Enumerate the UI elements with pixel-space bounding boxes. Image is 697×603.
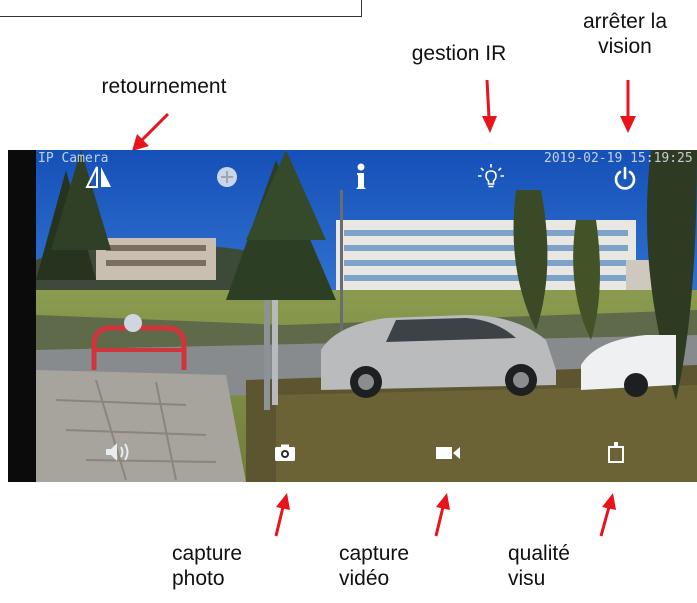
power-icon (614, 166, 636, 190)
label-qualite-line1: qualité (508, 542, 570, 565)
label-capture-video: capture vidéo (339, 541, 429, 591)
info-icon (356, 163, 366, 189)
label-gestion-ir: gestion IR (411, 42, 507, 65)
quality-button[interactable] (603, 438, 629, 466)
label-capture-video-line1: capture (339, 542, 410, 565)
ptz-button[interactable] (214, 164, 240, 190)
label-arreter-line2: vision (598, 35, 652, 58)
info-button[interactable] (348, 162, 374, 192)
label-capture-video-line2: vidéo (339, 567, 390, 590)
capture-video-button[interactable] (433, 440, 463, 466)
top-frame-box (0, 0, 362, 17)
ir-light-button[interactable] (476, 162, 506, 192)
camera-video-feed (36, 150, 697, 482)
ptz-plus-icon (217, 167, 237, 187)
power-button[interactable] (611, 164, 639, 192)
label-arreter-vision: arrêter la vision (555, 9, 695, 59)
camera-icon (275, 444, 295, 461)
quality-icon (608, 442, 624, 463)
label-capture-photo-line1: capture (172, 542, 243, 565)
label-capture-photo-line2: photo (172, 567, 225, 590)
video-camera-icon (436, 447, 460, 459)
audio-button[interactable] (102, 438, 136, 466)
flip-icon (85, 166, 111, 188)
label-qualite-visu: qualité visu (508, 541, 598, 591)
capture-photo-button[interactable] (271, 440, 299, 466)
ir-light-icon (478, 164, 504, 188)
label-qualite-line2: visu (508, 567, 546, 590)
camera-viewer[interactable]: IP Camera 2019-02-19 15:19:25 (8, 150, 697, 482)
label-retournement: retournement (101, 75, 227, 98)
label-capture-photo: capture photo (172, 541, 262, 591)
speaker-icon (106, 443, 129, 461)
flip-button[interactable] (84, 162, 114, 192)
label-arreter-line1: arrêter la (582, 10, 668, 33)
